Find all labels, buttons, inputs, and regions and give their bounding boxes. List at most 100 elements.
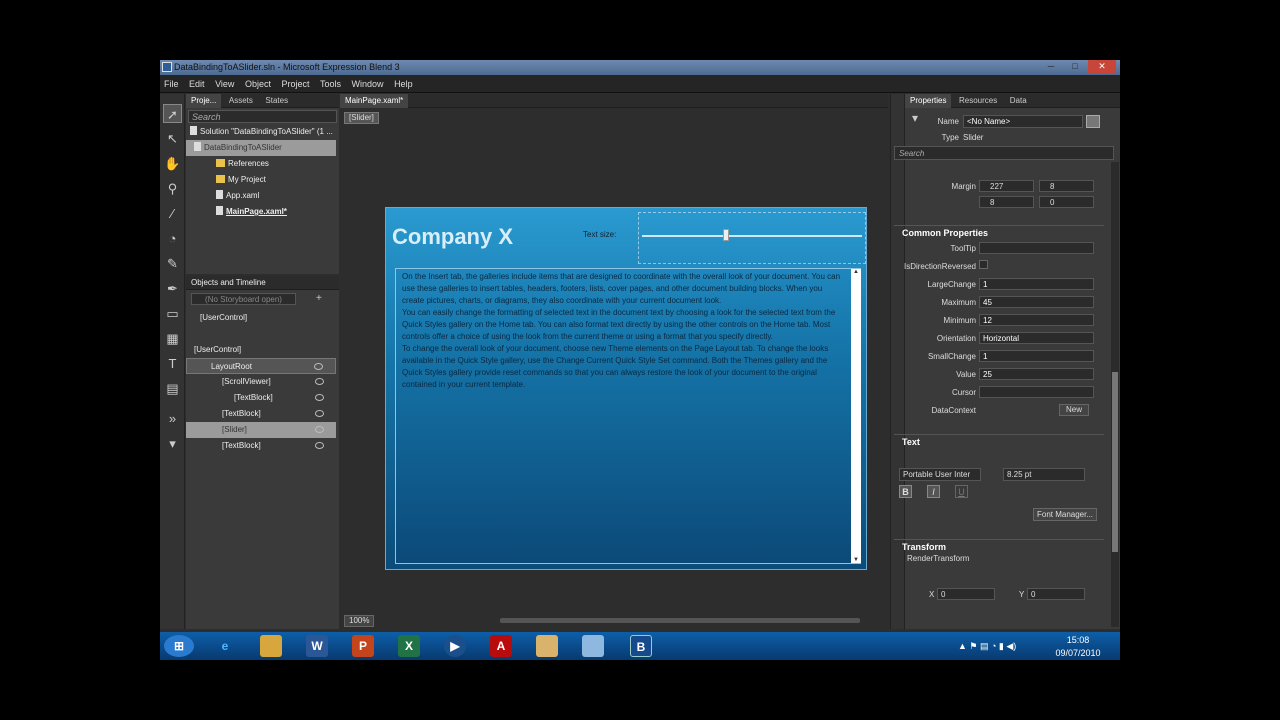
cursor-select[interactable] [979,386,1094,398]
tab-projects[interactable]: Proje... [186,94,222,108]
grid-layout-tool-icon[interactable]: ▦ [163,329,182,348]
tree-my-project[interactable]: My Project [186,172,336,188]
storyboard-picker[interactable]: (No Storyboard open) [191,293,296,305]
start-button-icon[interactable]: ⊞ [164,635,194,657]
tab-mainpage[interactable]: MainPage.xaml* [340,94,409,108]
visibility-eye-icon[interactable] [315,410,324,417]
file-explorer-icon[interactable] [260,635,282,657]
visibility-eye-icon[interactable] [314,363,323,370]
font-size-select[interactable]: 8.25 pt [1003,468,1085,481]
margin-bottom-input[interactable]: 0 [1039,196,1094,208]
value-input[interactable]: 25 [979,368,1094,380]
powerpoint-icon[interactable]: P [352,635,374,657]
direct-selection-tool-icon[interactable]: ↖ [163,129,182,148]
tab-properties[interactable]: Properties [905,94,952,108]
name-input[interactable]: <No Name> [963,115,1083,128]
minimize-button[interactable]: ─ [1040,60,1062,73]
slider-thumb[interactable] [722,229,729,241]
selection-tool-icon[interactable]: ➚ [163,104,182,123]
pan-tool-icon[interactable]: ✋ [163,154,182,173]
tab-resources[interactable]: Resources [954,94,1002,108]
smallchange-input[interactable]: 1 [979,350,1094,362]
clock-time[interactable]: 15:08 [1048,635,1108,645]
transform-section-header[interactable]: Transform [894,539,1104,553]
window-app-icon[interactable] [582,635,604,657]
media-player-icon[interactable]: ▶ [444,635,466,657]
tab-states[interactable]: States [260,94,293,108]
menu-project[interactable]: Project [277,75,313,93]
margin-left-input[interactable]: 227 [979,180,1034,192]
menu-edit[interactable]: Edit [185,75,209,93]
text-tool-icon[interactable]: T [163,354,182,373]
tree-usercontrol[interactable]: [UserControl] [186,342,336,358]
expression-blend-icon[interactable]: B [630,635,652,657]
text-size-slider[interactable] [642,235,862,237]
internet-explorer-icon[interactable]: e [214,635,236,657]
maximum-input[interactable]: 45 [979,296,1094,308]
breadcrumb[interactable]: [Slider] [344,112,379,124]
acrobat-icon[interactable]: A [490,635,512,657]
scroll-down-icon[interactable]: ▼ [851,557,861,563]
tree-project[interactable]: DataBindingToASlider [186,140,336,156]
menu-view[interactable]: View [211,75,238,93]
tab-data[interactable]: Data [1005,94,1032,108]
tree-textblock-label[interactable]: [TextBlock] [186,438,336,454]
project-search-input[interactable]: Search [188,110,337,123]
datacontext-new-button[interactable]: New [1059,404,1089,416]
events-toggle-icon[interactable] [1086,115,1100,128]
zoom-tool-icon[interactable]: ⚲ [163,179,182,198]
tray-icons[interactable]: ▲ ⚑ ▤ ◔ ▮ ◀) [958,641,1016,652]
underline-button[interactable]: U [955,485,968,498]
properties-scrollbar[interactable] [1111,162,1119,627]
tree-solution[interactable]: Solution "DataBindingToASlider" (1 ... [186,124,336,140]
minimum-input[interactable]: 12 [979,314,1094,326]
tree-mainpage-xaml[interactable]: MainPage.xaml* [186,204,336,220]
pen-tool-icon[interactable]: ✒ [163,279,182,298]
vertical-scrollbar[interactable]: ▲ ▼ [851,269,861,563]
tree-layoutroot[interactable]: LayoutRoot [186,358,336,374]
italic-button[interactable]: I [927,485,940,498]
zoom-level[interactable]: 100% [344,615,375,627]
menu-file[interactable]: File [160,75,183,93]
isdirectionreversed-checkbox[interactable] [979,260,988,269]
menu-object[interactable]: Object [241,75,275,93]
margin-right-input[interactable]: 8 [1039,180,1094,192]
visibility-eye-icon[interactable] [315,378,324,385]
rectangle-tool-icon[interactable]: ▭ [163,304,182,323]
bold-button[interactable]: B [899,485,912,498]
orientation-select[interactable]: Horizontal [979,332,1094,344]
tree-textblock-heading[interactable]: [TextBlock] [186,406,336,422]
menu-tools[interactable]: Tools [316,75,345,93]
translate-y-input[interactable]: 0 [1027,588,1085,600]
translate-x-input[interactable]: 0 [937,588,995,600]
restore-button[interactable]: □ [1064,60,1086,73]
tree-references[interactable]: References [186,156,336,172]
menu-help[interactable]: Help [390,75,417,93]
excel-icon[interactable]: X [398,635,420,657]
control-tool-icon[interactable]: ▤ [163,379,182,398]
visibility-eye-icon[interactable] [315,426,324,433]
properties-scroll-thumb[interactable] [1112,372,1118,552]
paint-bucket-tool-icon[interactable]: ◔ [163,229,182,248]
margin-top-input[interactable]: 8 [979,196,1034,208]
tree-scrollviewer[interactable]: [ScrollViewer] [186,374,336,390]
close-button[interactable]: ✕ [1088,60,1116,73]
largechange-input[interactable]: 1 [979,278,1094,290]
visibility-eye-icon[interactable] [315,394,324,401]
eyedropper-tool-icon[interactable]: ⁄ [163,204,182,223]
font-family-select[interactable]: Portable User Inter [899,468,981,481]
visibility-eye-icon[interactable] [315,442,324,449]
horizontal-scrollbar[interactable] [500,618,860,623]
scope-usercontrol[interactable]: [UserControl] [186,310,336,326]
brush-transform-tool-icon[interactable]: ✎ [163,254,182,273]
font-manager-button[interactable]: Font Manager... [1033,508,1097,521]
asset-tool-icon[interactable]: » [163,409,182,428]
word-icon[interactable]: W [306,635,328,657]
menu-window[interactable]: Window [348,75,388,93]
tree-textblock-inner[interactable]: [TextBlock] [186,390,336,406]
properties-search-input[interactable]: Search [894,146,1114,160]
tooltip-input[interactable] [979,242,1094,254]
folder-icon[interactable] [536,635,558,657]
last-used-tool-icon[interactable]: ▾ [163,434,182,453]
add-storyboard-icon[interactable]: + [316,293,322,304]
